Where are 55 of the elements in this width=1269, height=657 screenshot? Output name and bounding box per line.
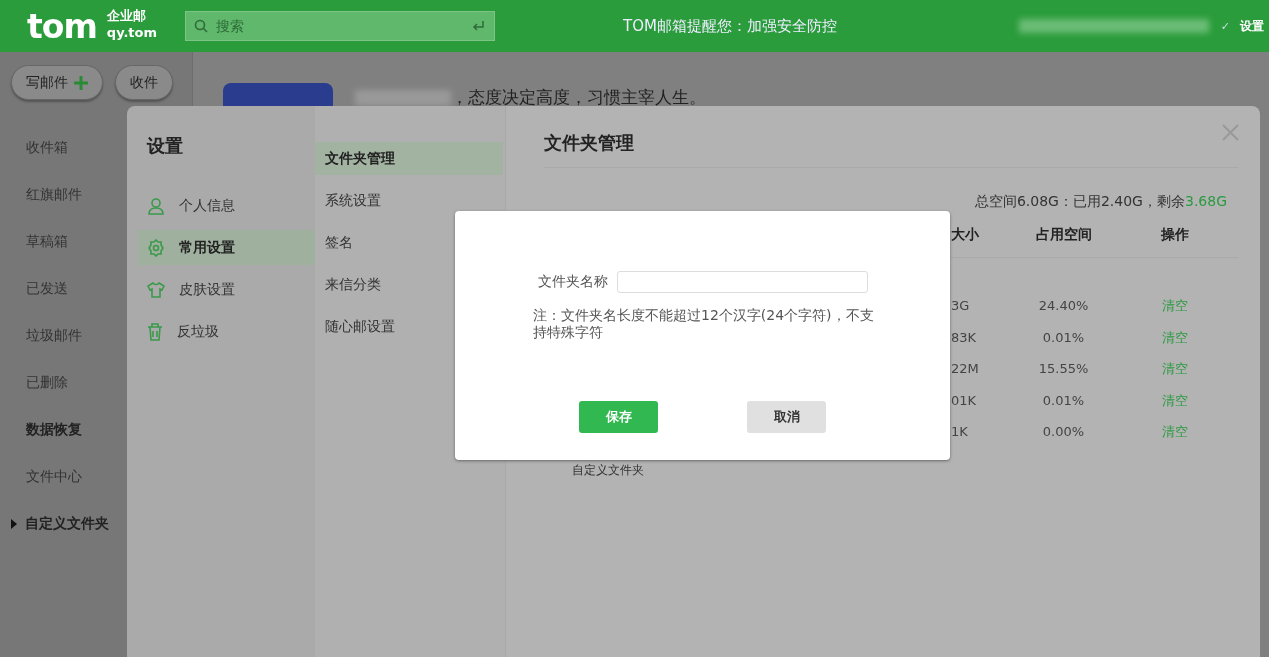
settings-category[interactable]: 常用设置 — [137, 230, 315, 265]
compose-button[interactable]: 写邮件 — [11, 65, 103, 100]
section-label: 自定义文件夹 — [572, 461, 645, 479]
folder-item[interactable]: 数据恢复 — [26, 406, 82, 453]
trash-icon — [147, 322, 163, 341]
table-cell: 83K — [951, 329, 977, 345]
cancel-button[interactable]: 取消 — [747, 401, 826, 433]
column-header: 占用空间 — [1016, 211, 1111, 258]
search-icon — [194, 19, 209, 33]
logo-domain: qy.tom — [106, 24, 158, 41]
settings-title: 设置 — [147, 134, 184, 158]
column-header: 操作 — [1111, 211, 1238, 258]
storage-summary: 总空间6.08G：已用2.40G，剩余3.68G — [973, 193, 1228, 211]
shirt-icon — [147, 280, 165, 299]
folder-item[interactable]: 收件箱 — [26, 124, 68, 171]
settings-link[interactable]: 设置 — [1240, 17, 1264, 35]
search-field[interactable]: 搜索 — [185, 11, 496, 41]
logo-subtitle: 企业邮 — [106, 7, 147, 24]
folder-item[interactable]: 垃圾邮件 — [26, 312, 82, 359]
folder-group-label[interactable]: 自定义文件夹 — [25, 514, 109, 533]
settings-category[interactable]: 个人信息 — [137, 188, 315, 223]
save-button[interactable]: 保存 — [579, 401, 658, 433]
table-cell: 3G — [951, 298, 970, 313]
folder-item[interactable]: 已发送 — [26, 265, 68, 312]
logo-text: tom — [27, 6, 97, 46]
settings-tab[interactable]: 系统设置 — [315, 184, 505, 217]
table-cell-text: 0.01% — [1041, 328, 1086, 347]
gear-icon — [147, 238, 165, 257]
folder-item[interactable]: 草稿箱 — [26, 218, 68, 265]
check-mark: ✓ — [1220, 19, 1230, 33]
folder-item[interactable]: 红旗邮件 — [26, 171, 82, 218]
motto-text: ，态度决定高度，习惯主宰人生。 — [451, 86, 706, 109]
settings-category[interactable]: 反垃圾 — [137, 314, 315, 349]
receive-button[interactable]: 收件 — [115, 65, 173, 100]
page-title: 文件夹管理 — [544, 131, 1238, 168]
folder-name-input[interactable] — [617, 271, 868, 293]
notice-text: TOM邮箱提醒您：加强安全防控 — [623, 16, 837, 36]
close-icon[interactable] — [1222, 124, 1239, 141]
table-cell: 01K — [951, 392, 977, 408]
table-cell-text: 15.55% — [1037, 360, 1090, 378]
folder-item[interactable]: 文件中心 — [26, 453, 82, 500]
plus-icon — [74, 75, 88, 90]
settings-tab[interactable]: 文件夹管理 — [315, 142, 503, 175]
table-cell-text: 0.00% — [1041, 423, 1086, 441]
hint-text: 注：文件夹名长度不能超过12个汉字(24个字符)，不支持特殊字符 — [533, 307, 875, 341]
person-icon — [147, 196, 165, 215]
folder-item[interactable]: 已删除 — [26, 359, 68, 406]
enter-icon — [471, 20, 486, 32]
table-cell-text: 24.40% — [1037, 297, 1090, 315]
settings-category[interactable]: 皮肤设置 — [137, 272, 315, 307]
column-header: 大小 — [951, 211, 1016, 258]
field-label: 文件夹名称 — [538, 273, 608, 291]
table-cell: 1K — [951, 424, 968, 439]
table-cell: 22M — [951, 361, 979, 376]
table-cell-text: 0.01% — [1041, 391, 1086, 410]
